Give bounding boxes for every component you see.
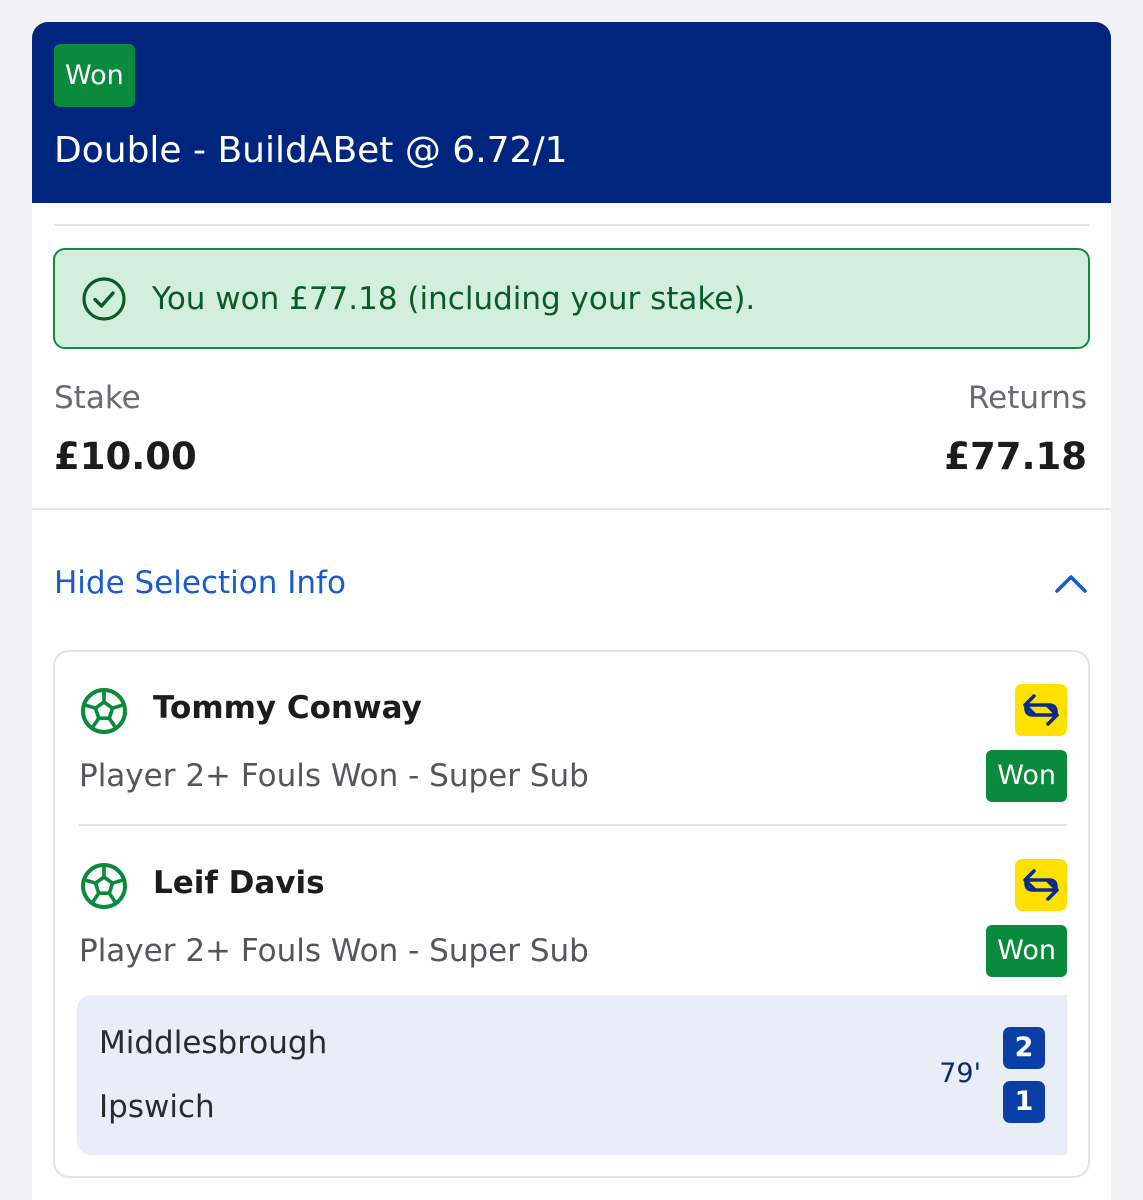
selection-player: Tommy Conway <box>153 690 422 726</box>
hide-selection-info-toggle[interactable]: Hide Selection Info <box>54 558 1089 608</box>
match-minute: 79' <box>939 1058 981 1089</box>
returns-label: Returns <box>967 380 1087 416</box>
selection-player: Leif Davis <box>153 865 325 901</box>
selections-panel: Tommy Conway Player 2+ Fouls Won - Super… <box>53 650 1090 1178</box>
stake-summary: Stake £10.00 <box>54 378 197 479</box>
stake-value: £10.00 <box>54 435 197 478</box>
bet-card: Won Double - BuildABet @ 6.72/1 You won … <box>32 22 1111 1200</box>
check-circle-icon <box>81 276 127 322</box>
match-score-panel[interactable]: Middlesbrough Ipswich 79' 2 1 <box>77 995 1067 1155</box>
win-banner: You won £77.18 (including your stake). <box>53 248 1090 349</box>
selection-status-badge: Won <box>986 925 1067 977</box>
super-sub-swap-icon <box>1015 859 1067 911</box>
returns-summary: Returns £77.18 <box>944 378 1087 479</box>
win-message: You won £77.18 (including your stake). <box>152 280 756 317</box>
selection-item: Tommy Conway Player 2+ Fouls Won - Super… <box>79 682 1067 825</box>
divider <box>79 824 1067 826</box>
status-badge: Won <box>54 44 135 107</box>
home-score: 2 <box>1003 1027 1045 1069</box>
hide-selection-info-link[interactable]: Hide Selection Info <box>54 565 346 601</box>
away-team-name: Ipswich <box>99 1089 215 1125</box>
bet-title: Double - BuildABet @ 6.72/1 <box>54 130 568 171</box>
selection-item: Leif Davis Player 2+ Fouls Won - Super S… <box>79 857 1067 997</box>
home-team-name: Middlesbrough <box>99 1025 328 1061</box>
football-icon <box>79 861 129 911</box>
selection-status-badge: Won <box>986 750 1067 802</box>
stake-label: Stake <box>54 380 141 416</box>
bet-header: Won Double - BuildABet @ 6.72/1 <box>32 22 1111 203</box>
chevron-up-icon[interactable] <box>1053 565 1089 601</box>
selection-market: Player 2+ Fouls Won - Super Sub <box>79 758 589 794</box>
football-icon <box>79 686 129 736</box>
selection-market: Player 2+ Fouls Won - Super Sub <box>79 933 589 969</box>
divider <box>54 224 1089 226</box>
divider <box>32 508 1111 510</box>
returns-value: £77.18 <box>944 435 1087 478</box>
away-score: 1 <box>1003 1081 1045 1123</box>
super-sub-swap-icon <box>1015 684 1067 736</box>
